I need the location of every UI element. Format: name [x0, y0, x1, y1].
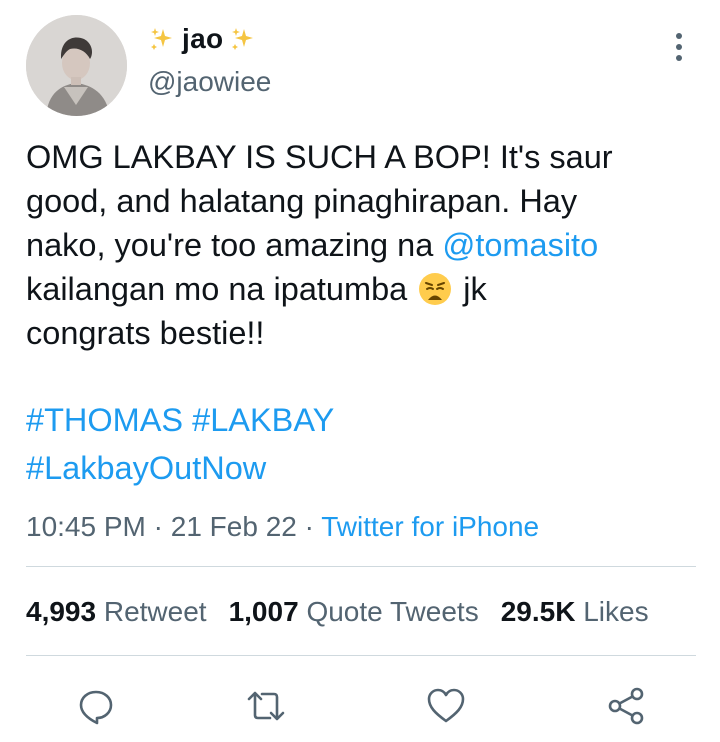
heart-icon [427, 688, 465, 723]
mention-link[interactable]: @tomasito [442, 227, 598, 263]
sparkles-icon [151, 28, 172, 50]
weary-face-icon [419, 273, 452, 305]
quote-stat[interactable]: 1,007 Quote Tweets [229, 596, 501, 627]
divider [26, 655, 696, 656]
tweet-line: nako, you're too amazing na @tomasito [26, 223, 706, 267]
hashtag-link[interactable]: #THOMAS #LAKBAY [26, 396, 334, 444]
tweet-line: good, and halatang pinaghirapan. Hay [26, 183, 578, 219]
retweet-button[interactable] [240, 680, 292, 732]
likes-stat[interactable]: 29.5K Likes [501, 596, 649, 627]
sparkles-icon [232, 28, 254, 50]
display-name-row[interactable]: jao [148, 22, 257, 56]
tweet-line-text: jk [454, 271, 487, 307]
reply-icon [79, 690, 113, 725]
hashtag-link[interactable]: #LakbayOutNow [26, 444, 334, 492]
tweet-time[interactable]: 10:45 PM [26, 511, 146, 542]
tweet-line: kailangan mo na ipatumba jk [26, 267, 706, 311]
reply-button[interactable] [70, 680, 122, 732]
tweet-source[interactable]: Twitter for iPhone [321, 511, 539, 542]
tweet-line: OMG LAKBAY IS SUCH A BOP! It's saur [26, 139, 613, 175]
retweet-icon [247, 691, 285, 721]
hashtags: #THOMAS #LAKBAY #LakbayOutNow [26, 396, 334, 492]
user-handle[interactable]: @jaowiee [148, 66, 271, 98]
display-name: jao [182, 23, 224, 54]
tweet-stats: 4,993 Retweet 1,007 Quote Tweets 29.5K Lik… [26, 596, 649, 628]
meta-separator: · [296, 511, 322, 542]
tweet-text: OMG LAKBAY IS SUCH A BOP! It's saur good… [26, 135, 706, 355]
share-button[interactable] [600, 680, 652, 732]
more-options-icon[interactable] [664, 30, 694, 64]
tweet-actions [0, 676, 720, 736]
tweet-line-text: kailangan mo na ipatumba [26, 271, 417, 307]
divider [26, 566, 696, 567]
tweet-date[interactable]: 21 Feb 22 [171, 511, 297, 542]
like-button[interactable] [420, 680, 472, 732]
tweet-meta: 10:45 PM · 21 Feb 22 · Twitter for iPhon… [26, 511, 539, 543]
retweet-stat[interactable]: 4,993 Retweet [26, 596, 229, 627]
avatar[interactable] [26, 15, 127, 116]
share-icon [608, 687, 644, 725]
tweet-line: congrats bestie!! [26, 315, 265, 351]
tweet-line-text: nako, you're too amazing na [26, 227, 443, 263]
meta-separator: · [145, 511, 171, 542]
